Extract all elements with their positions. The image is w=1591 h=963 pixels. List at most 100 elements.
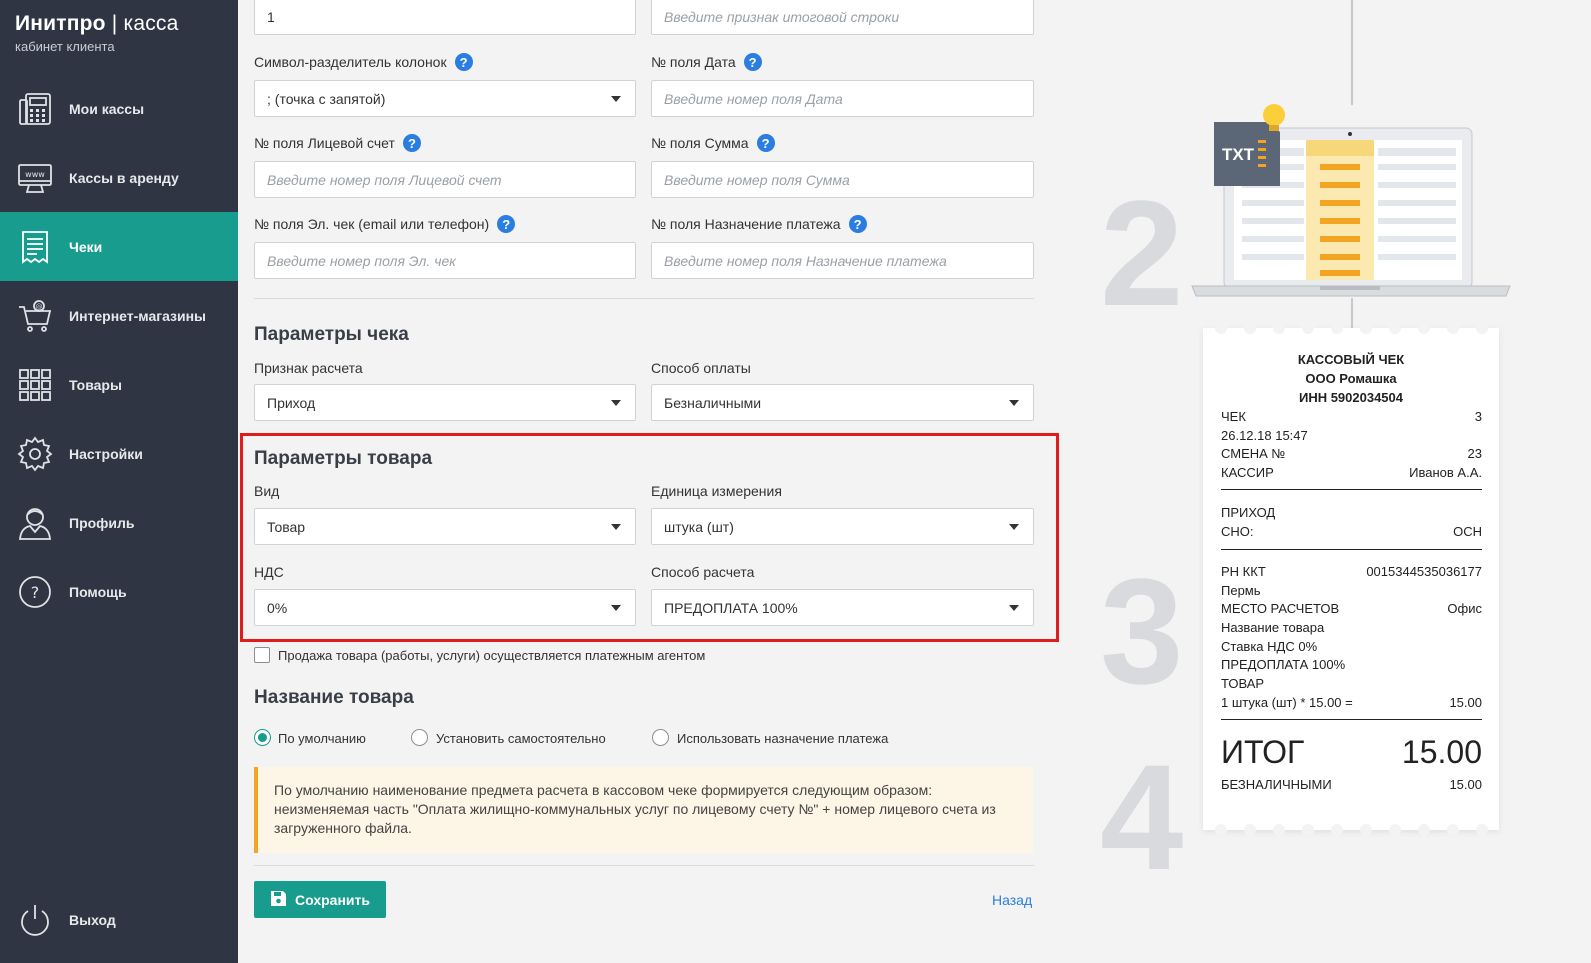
receipt-row: МЕСТО РАСЧЕТОВ Офис bbox=[1221, 601, 1482, 616]
receipt-edge bbox=[1215, 322, 1488, 334]
sidebar-item-receipts[interactable]: Чеки bbox=[0, 212, 238, 281]
purpose-field-label-text: № поля Назначение платежа bbox=[651, 216, 841, 232]
separator-select[interactable]: ; (точка с запятой) bbox=[254, 80, 636, 117]
brand-title-bold: Инитпро bbox=[15, 12, 106, 35]
chevron-down-icon bbox=[1009, 605, 1019, 611]
receipt-row: ЧЕК 3 bbox=[1221, 409, 1482, 424]
vat-select[interactable]: 0% bbox=[254, 589, 636, 626]
date-field-input[interactable]: Введите номер поля Дата bbox=[651, 80, 1034, 117]
sum-field-input[interactable]: Введите номер поля Сумма bbox=[651, 161, 1034, 198]
receipt-separator bbox=[1221, 719, 1482, 720]
help-icon[interactable]: ? bbox=[497, 215, 516, 233]
receipt-row-label: СНО: bbox=[1221, 524, 1254, 539]
receipt-separator bbox=[1221, 489, 1482, 490]
shopping-cart-icon: @ bbox=[16, 297, 54, 335]
sidebar-item-help[interactable]: ? Помощь bbox=[0, 557, 238, 626]
svg-text:@: @ bbox=[36, 303, 43, 311]
kind-select[interactable]: Товар bbox=[254, 508, 636, 545]
agent-checkbox-label[interactable]: Продажа товара (работы, услуги) осуществ… bbox=[278, 648, 705, 663]
receipt-title: КАССОВЫЙ ЧЕК bbox=[1297, 352, 1405, 367]
sidebar-item-online-stores[interactable]: @ Интернет-магазины bbox=[0, 281, 238, 350]
floppy-disk-icon bbox=[270, 890, 287, 910]
date-field-label-text: № поля Дата bbox=[651, 54, 736, 70]
save-button[interactable]: Сохранить bbox=[254, 881, 386, 918]
receipt-row: ПРИХОД bbox=[1221, 505, 1482, 520]
account-field-label-text: № поля Лицевой счет bbox=[254, 135, 395, 151]
receipt-row-label: РН ККТ bbox=[1221, 564, 1266, 579]
help-icon[interactable]: ? bbox=[402, 134, 421, 152]
sidebar-item-label: Интернет-магазины bbox=[69, 307, 207, 324]
radio-custom-label[interactable]: Установить самостоятельно bbox=[436, 731, 606, 746]
help-icon[interactable]: ? bbox=[848, 215, 867, 233]
receipt-row-value: Офис bbox=[1447, 601, 1482, 616]
radio-payment-purpose-label[interactable]: Использовать назначение платежа bbox=[677, 731, 888, 746]
calc-sign-value: Приход bbox=[267, 394, 316, 411]
receipt-row-label: ТОВАР bbox=[1221, 676, 1265, 691]
receipt-row: 26.12.18 15:47 bbox=[1221, 428, 1482, 443]
www-terminal-icon: www bbox=[16, 159, 54, 197]
back-link[interactable]: Назад bbox=[992, 892, 1032, 908]
email-field-input[interactable]: Введите номер поля Эл. чек bbox=[254, 242, 636, 279]
radio-default-label[interactable]: По умолчанию bbox=[278, 731, 366, 746]
receipt-total-value: 15.00 bbox=[1401, 734, 1482, 770]
receipt-row-label: Название товара bbox=[1221, 620, 1325, 635]
sidebar-item-my-cashboxes[interactable]: Мои кассы bbox=[0, 74, 238, 143]
calc-method-label: Способ расчета bbox=[651, 564, 755, 580]
sidebar-item-label: Профиль bbox=[69, 514, 135, 531]
sidebar-item-products[interactable]: Товары bbox=[0, 350, 238, 419]
calc-method-select[interactable]: ПРЕДОПЛАТА 100% bbox=[651, 589, 1034, 626]
total-row-input[interactable]: Введите признак итоговой строки bbox=[651, 0, 1034, 35]
receipt-icon bbox=[16, 228, 54, 266]
kind-value: Товар bbox=[267, 518, 306, 535]
radio-custom[interactable] bbox=[411, 729, 428, 746]
receipt-row-label: ПРЕДОПЛАТА 100% bbox=[1221, 657, 1346, 672]
laptop-illustration: TXT bbox=[1191, 104, 1511, 297]
sidebar-item-label: Кассы в аренду bbox=[69, 169, 179, 186]
receipt-row-value: Иванов А.А. bbox=[1409, 465, 1482, 480]
sidebar-item-profile[interactable]: Профиль bbox=[0, 488, 238, 557]
svg-text:?: ? bbox=[31, 583, 40, 602]
file-badge: TXT bbox=[1222, 145, 1255, 164]
receipt-row-label: СМЕНА № bbox=[1221, 446, 1286, 461]
cash-register-icon bbox=[16, 90, 54, 128]
account-field-input[interactable]: Введите номер поля Лицевой счет bbox=[254, 161, 636, 198]
unit-select[interactable]: штука (шт) bbox=[651, 508, 1034, 545]
receipt-row: Ставка НДС 0% bbox=[1221, 639, 1482, 654]
chevron-down-icon bbox=[611, 605, 621, 611]
sidebar-item-label: Настройки bbox=[69, 445, 143, 462]
receipt-row: КАССИР Иванов А.А. bbox=[1221, 465, 1482, 480]
help-icon[interactable]: ? bbox=[454, 53, 473, 71]
help-icon[interactable]: ? bbox=[743, 53, 762, 71]
purpose-field-input[interactable]: Введите номер поля Назначение платежа bbox=[651, 242, 1034, 279]
receipt-row-label: ЧЕК bbox=[1221, 409, 1246, 424]
receipt-row-value: 3 bbox=[1474, 409, 1482, 424]
receipt-company: ООО Ромашка bbox=[1305, 371, 1397, 386]
sidebar-item-rent-cashboxes[interactable]: www Кассы в аренду bbox=[0, 143, 238, 212]
payment-method-label: Способ оплаты bbox=[651, 360, 751, 376]
receipt-separator bbox=[1221, 549, 1482, 550]
brand-separator: | bbox=[111, 12, 118, 35]
power-icon bbox=[16, 901, 54, 939]
receipt-row-value: 23 bbox=[1467, 446, 1482, 461]
connector-line bbox=[1351, 0, 1353, 105]
receipt-row-label: КАССИР bbox=[1221, 465, 1274, 480]
top-field-input[interactable]: 1 bbox=[254, 0, 636, 35]
import-settings-form: 1 Введите признак итоговой строки Символ… bbox=[238, 0, 1059, 963]
brand[interactable]: Инитпро | касса кабинет клиента bbox=[15, 12, 178, 54]
account-field-label: № поля Лицевой счет ? bbox=[254, 134, 421, 152]
chevron-down-icon bbox=[611, 96, 621, 102]
payment-method-select[interactable]: Безналичными bbox=[651, 384, 1034, 421]
sidebar-item-label: Мои кассы bbox=[69, 100, 145, 117]
radio-payment-purpose[interactable] bbox=[652, 729, 669, 746]
date-field-label: № поля Дата ? bbox=[651, 53, 762, 71]
calc-sign-select[interactable]: Приход bbox=[254, 384, 636, 421]
separator-label-text: Символ-разделитель колонок bbox=[254, 54, 447, 70]
brand-subtitle: кабинет клиента bbox=[15, 39, 115, 54]
radio-default[interactable] bbox=[254, 729, 271, 746]
sidebar-item-logout[interactable]: Выход bbox=[0, 885, 238, 954]
sidebar-item-settings[interactable]: Настройки bbox=[0, 419, 238, 488]
agent-checkbox[interactable] bbox=[254, 647, 270, 663]
help-icon[interactable]: ? bbox=[756, 134, 775, 152]
product-name-title: Название товара bbox=[254, 687, 414, 708]
receipt-row: ТОВАР bbox=[1221, 676, 1482, 691]
